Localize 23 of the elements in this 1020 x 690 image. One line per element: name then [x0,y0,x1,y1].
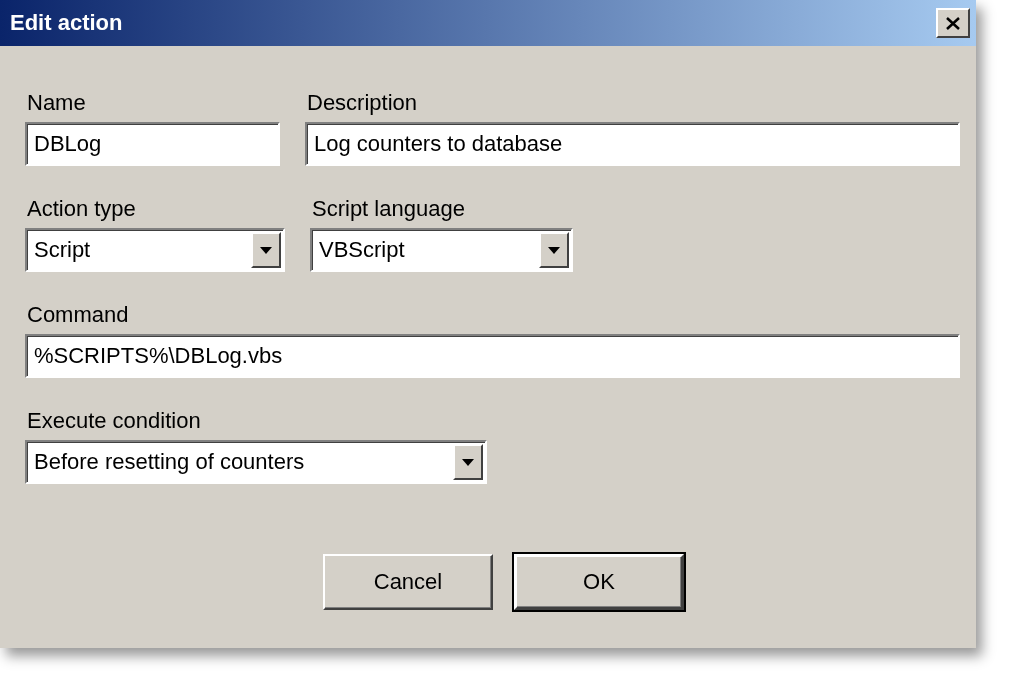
dropdown-button[interactable] [251,232,281,268]
dropdown-button[interactable] [539,232,569,268]
caret-icon [548,246,560,254]
dropdown-field[interactable]: Script [25,228,285,272]
dropdown-field[interactable]: Before resetting of counters [25,440,487,484]
dropdown-field[interactable]: VBScript [310,228,573,272]
close-icon [946,16,960,30]
dropdown-button[interactable] [453,444,483,480]
text-field[interactable]: DBLog [25,122,280,166]
field-label: Name [26,90,87,116]
dialog-button[interactable]: Cancel [323,554,493,610]
text-field[interactable]: %SCRIPTS%\DBLog.vbs [25,334,960,378]
close-button[interactable] [936,8,970,38]
field-label: Command [26,302,130,328]
caret-icon [462,458,474,466]
caret-icon [260,246,272,254]
field-label: Action type [26,196,137,222]
text-field[interactable]: Log counters to database [305,122,960,166]
dialog-button[interactable]: OK [514,554,684,610]
field-label: Description [306,90,419,116]
window-title: Edit action [10,10,123,36]
field-label: Script language [311,196,466,222]
field-label: Execute condition [26,408,202,434]
